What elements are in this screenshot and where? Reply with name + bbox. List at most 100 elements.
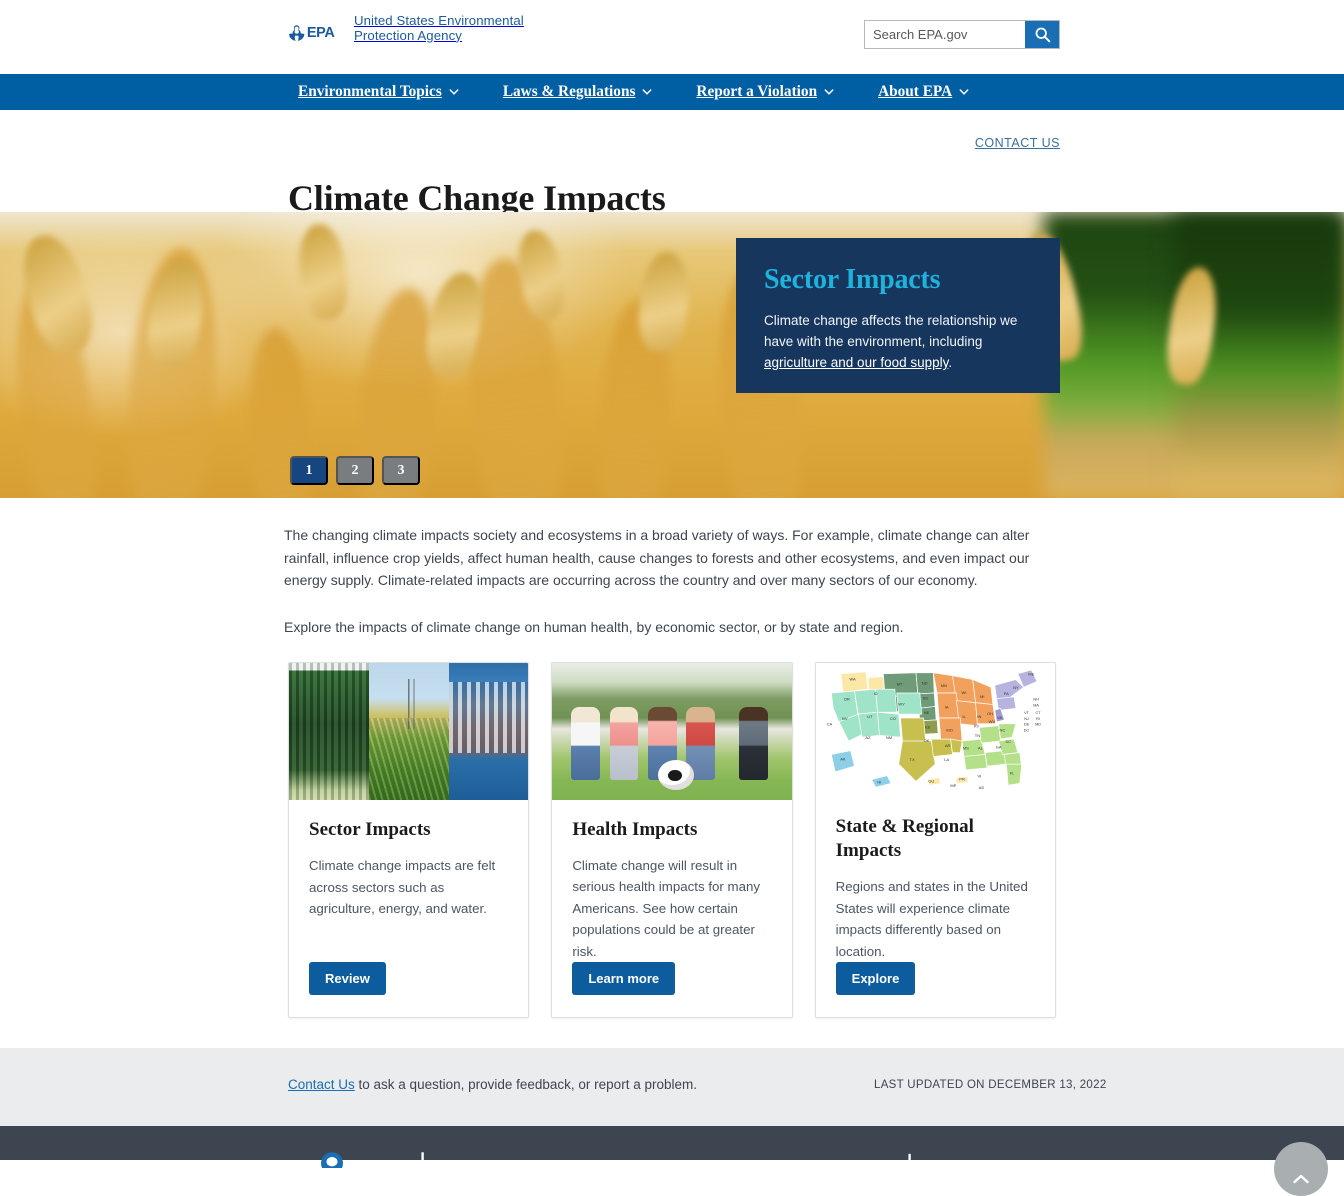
epa-climate-change-impacts-page: EPA United States Environmental Protecti…	[0, 0, 1344, 1196]
card-state-regional-impacts[interactable]: WA OR ID MT ND WY SD NE MN WI MI IA IL IN OH MO KS O…	[814, 662, 1056, 1018]
hero-carousel: Sector Impacts Climate change affects th…	[0, 212, 1344, 498]
nav-item-environmental-topics[interactable]: Environmental Topics	[298, 83, 459, 101]
card-title: State & Regional Impacts	[835, 816, 974, 861]
us-regions-map: WAORID MT NDWY SDNEMN WIMIIA IL INOH MOKSO…	[815, 663, 1055, 797]
svg-text:AR: AR	[945, 743, 951, 748]
nav-label: Laws & Regulations	[502, 83, 636, 100]
card-review-button[interactable]: Review	[309, 962, 386, 995]
hero-overlay-text-after: .	[948, 355, 953, 370]
nav-item-laws-regulations[interactable]: Laws & Regulations	[503, 83, 653, 101]
card-explore-button[interactable]: Explore	[835, 962, 916, 995]
svg-text:NJ: NJ	[1024, 717, 1029, 721]
nav-item-about-epa[interactable]: About EPA	[878, 83, 969, 101]
epa-logo-link[interactable]: EPA United States Environmental Protecti…	[288, 11, 544, 57]
carousel-slide-1-button[interactable]: 1	[290, 456, 328, 485]
svg-text:MI: MI	[980, 694, 984, 699]
svg-text:VA: VA	[997, 715, 1002, 720]
page-header: CONTACT US Climate Change Impacts	[0, 110, 1344, 218]
svg-text:OH: OH	[987, 711, 993, 716]
carousel-slide-2-button[interactable]: 2	[336, 456, 374, 485]
chevron-down-icon	[449, 89, 459, 95]
svg-text:VT: VT	[1024, 711, 1029, 715]
svg-text:HI: HI	[877, 779, 881, 784]
epa-footer-seal-icon	[321, 1152, 343, 1168]
nav-label: Report a Violation	[696, 83, 818, 100]
svg-text:RI: RI	[1036, 717, 1040, 721]
svg-text:TX: TX	[909, 757, 914, 762]
soccer-ball	[657, 759, 694, 790]
svg-text:WI: WI	[961, 690, 966, 695]
svg-text:AL: AL	[978, 746, 984, 751]
svg-text:SC: SC	[1005, 739, 1011, 744]
hero-overlay-panel: Sector Impacts Climate change affects th…	[736, 238, 1060, 393]
svg-text:MN: MN	[940, 683, 946, 688]
svg-text:LA: LA	[944, 757, 949, 762]
svg-text:WV: WV	[988, 719, 995, 724]
card-text: Regions and states in the United States …	[835, 879, 1028, 959]
svg-text:IN: IN	[977, 714, 981, 719]
chevron-down-icon	[642, 89, 652, 95]
svg-text:CO: CO	[890, 716, 896, 721]
svg-text:MD: MD	[1035, 723, 1041, 727]
svg-text:MP: MP	[950, 783, 956, 788]
svg-text:PA: PA	[1003, 691, 1008, 696]
back-to-top-button[interactable]	[1274, 1142, 1328, 1196]
chevron-up-icon	[1293, 1174, 1309, 1184]
svg-text:NM: NM	[886, 735, 893, 740]
intro-paragraph-2: Explore the impacts of climate change on…	[284, 618, 904, 635]
search-button[interactable]	[1025, 21, 1059, 48]
svg-text:NE: NE	[923, 710, 929, 715]
svg-text:EPA: EPA	[307, 25, 336, 41]
nav-label: About EPA	[878, 83, 953, 100]
svg-text:GA: GA	[995, 745, 1001, 750]
site-masthead: EPA United States Environmental Protecti…	[0, 0, 1344, 74]
city-skyline-photo	[448, 663, 529, 800]
footer-contact-rest: to ask a question, provide feedback, or …	[354, 1077, 697, 1092]
svg-text:VI: VI	[977, 774, 981, 779]
svg-text:AZ: AZ	[865, 735, 871, 740]
svg-text:TN: TN	[974, 733, 979, 738]
svg-text:MT: MT	[896, 681, 902, 686]
impact-cards: Sector Impacts Climate change impacts ar…	[0, 662, 1344, 1018]
svg-text:ND: ND	[921, 680, 927, 685]
card-health-impacts[interactable]: Health Impacts Climate change will resul…	[551, 662, 793, 1018]
hero-overlay-title: Sector Impacts	[764, 264, 941, 295]
svg-text:OR: OR	[843, 697, 849, 702]
carousel-slide-3-button[interactable]: 3	[382, 456, 420, 485]
card-learn-more-button[interactable]: Learn more	[572, 962, 676, 995]
svg-text:MA: MA	[1033, 703, 1039, 707]
svg-text:CA: CA	[826, 722, 832, 727]
hero-overlay-text: Climate change affects the relationship …	[764, 310, 1036, 373]
svg-text:PR: PR	[959, 776, 965, 781]
svg-text:ID: ID	[873, 691, 877, 696]
card-image-us-region-map: WA OR ID MT ND WY SD NE MN WI MI IA IL IN OH MO KS O…	[815, 663, 1055, 797]
agency-name: United States Environmental Protection A…	[354, 13, 524, 43]
footer-mark-icon	[908, 1153, 911, 1168]
carousel-pagination[interactable]: 1 2 3	[290, 456, 420, 485]
site-search[interactable]	[864, 20, 1060, 49]
nav-item-report-a-violation[interactable]: Report a Violation	[696, 83, 834, 101]
svg-text:UT: UT	[867, 714, 873, 719]
svg-text:NY: NY	[1013, 685, 1019, 690]
svg-text:OK: OK	[923, 738, 929, 743]
nav-label: Environmental Topics	[298, 83, 442, 100]
svg-text:WA: WA	[849, 677, 856, 682]
svg-text:MO: MO	[946, 727, 952, 732]
chevron-down-icon	[959, 89, 969, 95]
contact-us-link-top[interactable]: CONTACT US	[975, 136, 1060, 150]
search-icon	[1035, 27, 1050, 43]
svg-text:NC: NC	[999, 727, 1005, 732]
svg-text:IA: IA	[944, 704, 948, 709]
contact-us-link-footer[interactable]: Contact Us	[288, 1077, 355, 1092]
svg-text:FL: FL	[1009, 771, 1014, 776]
svg-text:NH: NH	[1033, 698, 1039, 702]
site-footer	[0, 1126, 1344, 1196]
card-image-health-impacts	[552, 663, 792, 800]
svg-text:ME: ME	[1028, 672, 1034, 677]
card-sector-impacts[interactable]: Sector Impacts Climate change impacts ar…	[288, 662, 530, 1018]
hero-overlay-link[interactable]: agriculture and our food supply	[764, 355, 948, 370]
forest-photo	[289, 663, 369, 800]
search-input[interactable]	[865, 21, 1025, 48]
primary-navigation[interactable]: Environmental Topics Laws & Regulations …	[0, 74, 1344, 110]
svg-text:DE: DE	[1024, 723, 1030, 727]
